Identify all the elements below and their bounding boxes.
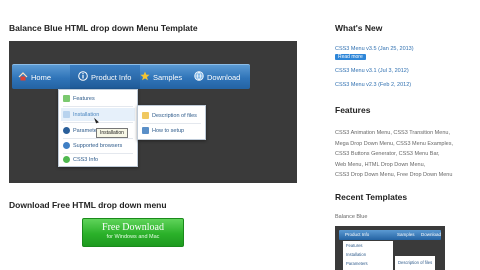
- feature-tag[interactable]: CSS3 Menu Bar: [399, 151, 438, 157]
- free-download-button[interactable]: Free Download for Windows and Mac: [82, 218, 184, 247]
- thumbnail-submenu: Description of files: [395, 256, 435, 270]
- dropdown-item-supported-browsers[interactable]: Supported browsers: [61, 139, 135, 152]
- feature-tag[interactable]: CSS3 Menu Examples: [396, 141, 451, 147]
- home-icon: [18, 71, 28, 83]
- menu-label-product-info: Product Info: [91, 72, 132, 82]
- feature-tag[interactable]: Web Menu: [335, 162, 362, 168]
- divider: [63, 106, 133, 107]
- submenu-label: Description of files: [152, 112, 197, 119]
- file-icon: [142, 112, 149, 119]
- menu-item-home[interactable]: Home: [18, 65, 51, 89]
- news-link[interactable]: CSS3 Menu v3.5 (Jan 25, 2013): [335, 46, 414, 52]
- thumbnail-dropdown: Features Installation Parameters: [343, 241, 393, 270]
- thumbnail-menu-item: Download: [421, 232, 442, 237]
- dropdown-label: Features: [73, 95, 95, 102]
- menu-item-product-info[interactable]: Product Info: [70, 65, 140, 89]
- download-button-label: Free Download: [102, 222, 164, 233]
- thumbnail-menu-item: Samples: [397, 232, 415, 237]
- page-title: Balance Blue HTML drop down Menu Templat…: [9, 23, 198, 33]
- feature-tag[interactable]: CSS3 Transition Menu: [393, 130, 448, 136]
- download-heading: Download Free HTML drop down menu: [9, 200, 167, 210]
- feature-tag[interactable]: CSS3 Buttons Generator: [335, 151, 396, 157]
- read-more-badge[interactable]: Read more: [335, 54, 366, 60]
- feature-tag[interactable]: CSS3 Animation Menu: [335, 130, 390, 136]
- installation-icon: [63, 111, 70, 118]
- dropdown-label: CSS3 Info: [73, 156, 99, 163]
- recent-template-thumbnail[interactable]: Product Info Samples Download Features I…: [335, 226, 445, 270]
- thumbnail-menu-item: Product Info: [345, 232, 370, 237]
- feature-tag[interactable]: CSS3 Drop Down Menu: [335, 172, 394, 178]
- dropdown-item-features[interactable]: Features: [61, 92, 135, 105]
- menu-item-samples[interactable]: Samples: [140, 65, 182, 89]
- menu-label-download: Download: [207, 72, 241, 82]
- submenu-label: How to setup: [152, 127, 185, 134]
- setup-icon: [142, 127, 149, 134]
- feature-tag[interactable]: Mega Drop Down Menu: [335, 141, 393, 147]
- globe-icon: [194, 71, 204, 83]
- feature-tags: CSS3 Animation Menu, CSS3 Transition Men…: [335, 130, 454, 179]
- thumbnail-dropdown-item: Features: [346, 243, 363, 248]
- news-link[interactable]: CSS3 Menu v2.3 (Feb 2, 2012): [335, 82, 411, 88]
- recent-template-label[interactable]: Balance Blue: [335, 214, 367, 220]
- feature-tag[interactable]: Free Drop Down Menu: [397, 172, 453, 178]
- whats-new-title: What's New: [335, 23, 383, 33]
- parameters-icon: [63, 127, 70, 134]
- thumbnail-dropdown-item: Parameters: [346, 261, 368, 266]
- css3-icon: [63, 156, 70, 163]
- download-button-sublabel: for Windows and Mac: [106, 234, 160, 240]
- thumbnail-submenu-item: Description of files: [398, 260, 433, 265]
- submenu-item-setup[interactable]: How to setup: [140, 124, 203, 137]
- star-icon: [140, 71, 150, 83]
- thumbnail-menu-bar: Product Info Samples Download: [339, 230, 441, 240]
- menu-bar: Home Product Info Samples Download: [12, 64, 250, 89]
- features-title: Features: [335, 105, 371, 115]
- submenu-item-description[interactable]: Description of files: [140, 109, 203, 122]
- menu-label-home: Home: [31, 72, 52, 82]
- thumbnail-dropdown-item: Installation: [346, 252, 367, 257]
- info-icon: [78, 71, 88, 83]
- browser-icon: [63, 142, 70, 149]
- features-icon: [63, 95, 70, 102]
- feature-tag[interactable]: HTML Drop Down Menu: [365, 162, 424, 168]
- menu-label-samples: Samples: [153, 72, 183, 82]
- tooltip: Installation: [96, 128, 128, 138]
- news-link[interactable]: CSS3 Menu v3.1 (Jul 3, 2012): [335, 68, 409, 74]
- dropdown-label: Supported browsers: [73, 142, 123, 149]
- recent-templates-title: Recent Templates: [335, 192, 408, 202]
- submenu: Description of files How to setup: [137, 105, 206, 140]
- menu-item-download[interactable]: Download: [194, 65, 240, 89]
- dropdown-item-css3-info[interactable]: CSS3 Info: [61, 153, 135, 166]
